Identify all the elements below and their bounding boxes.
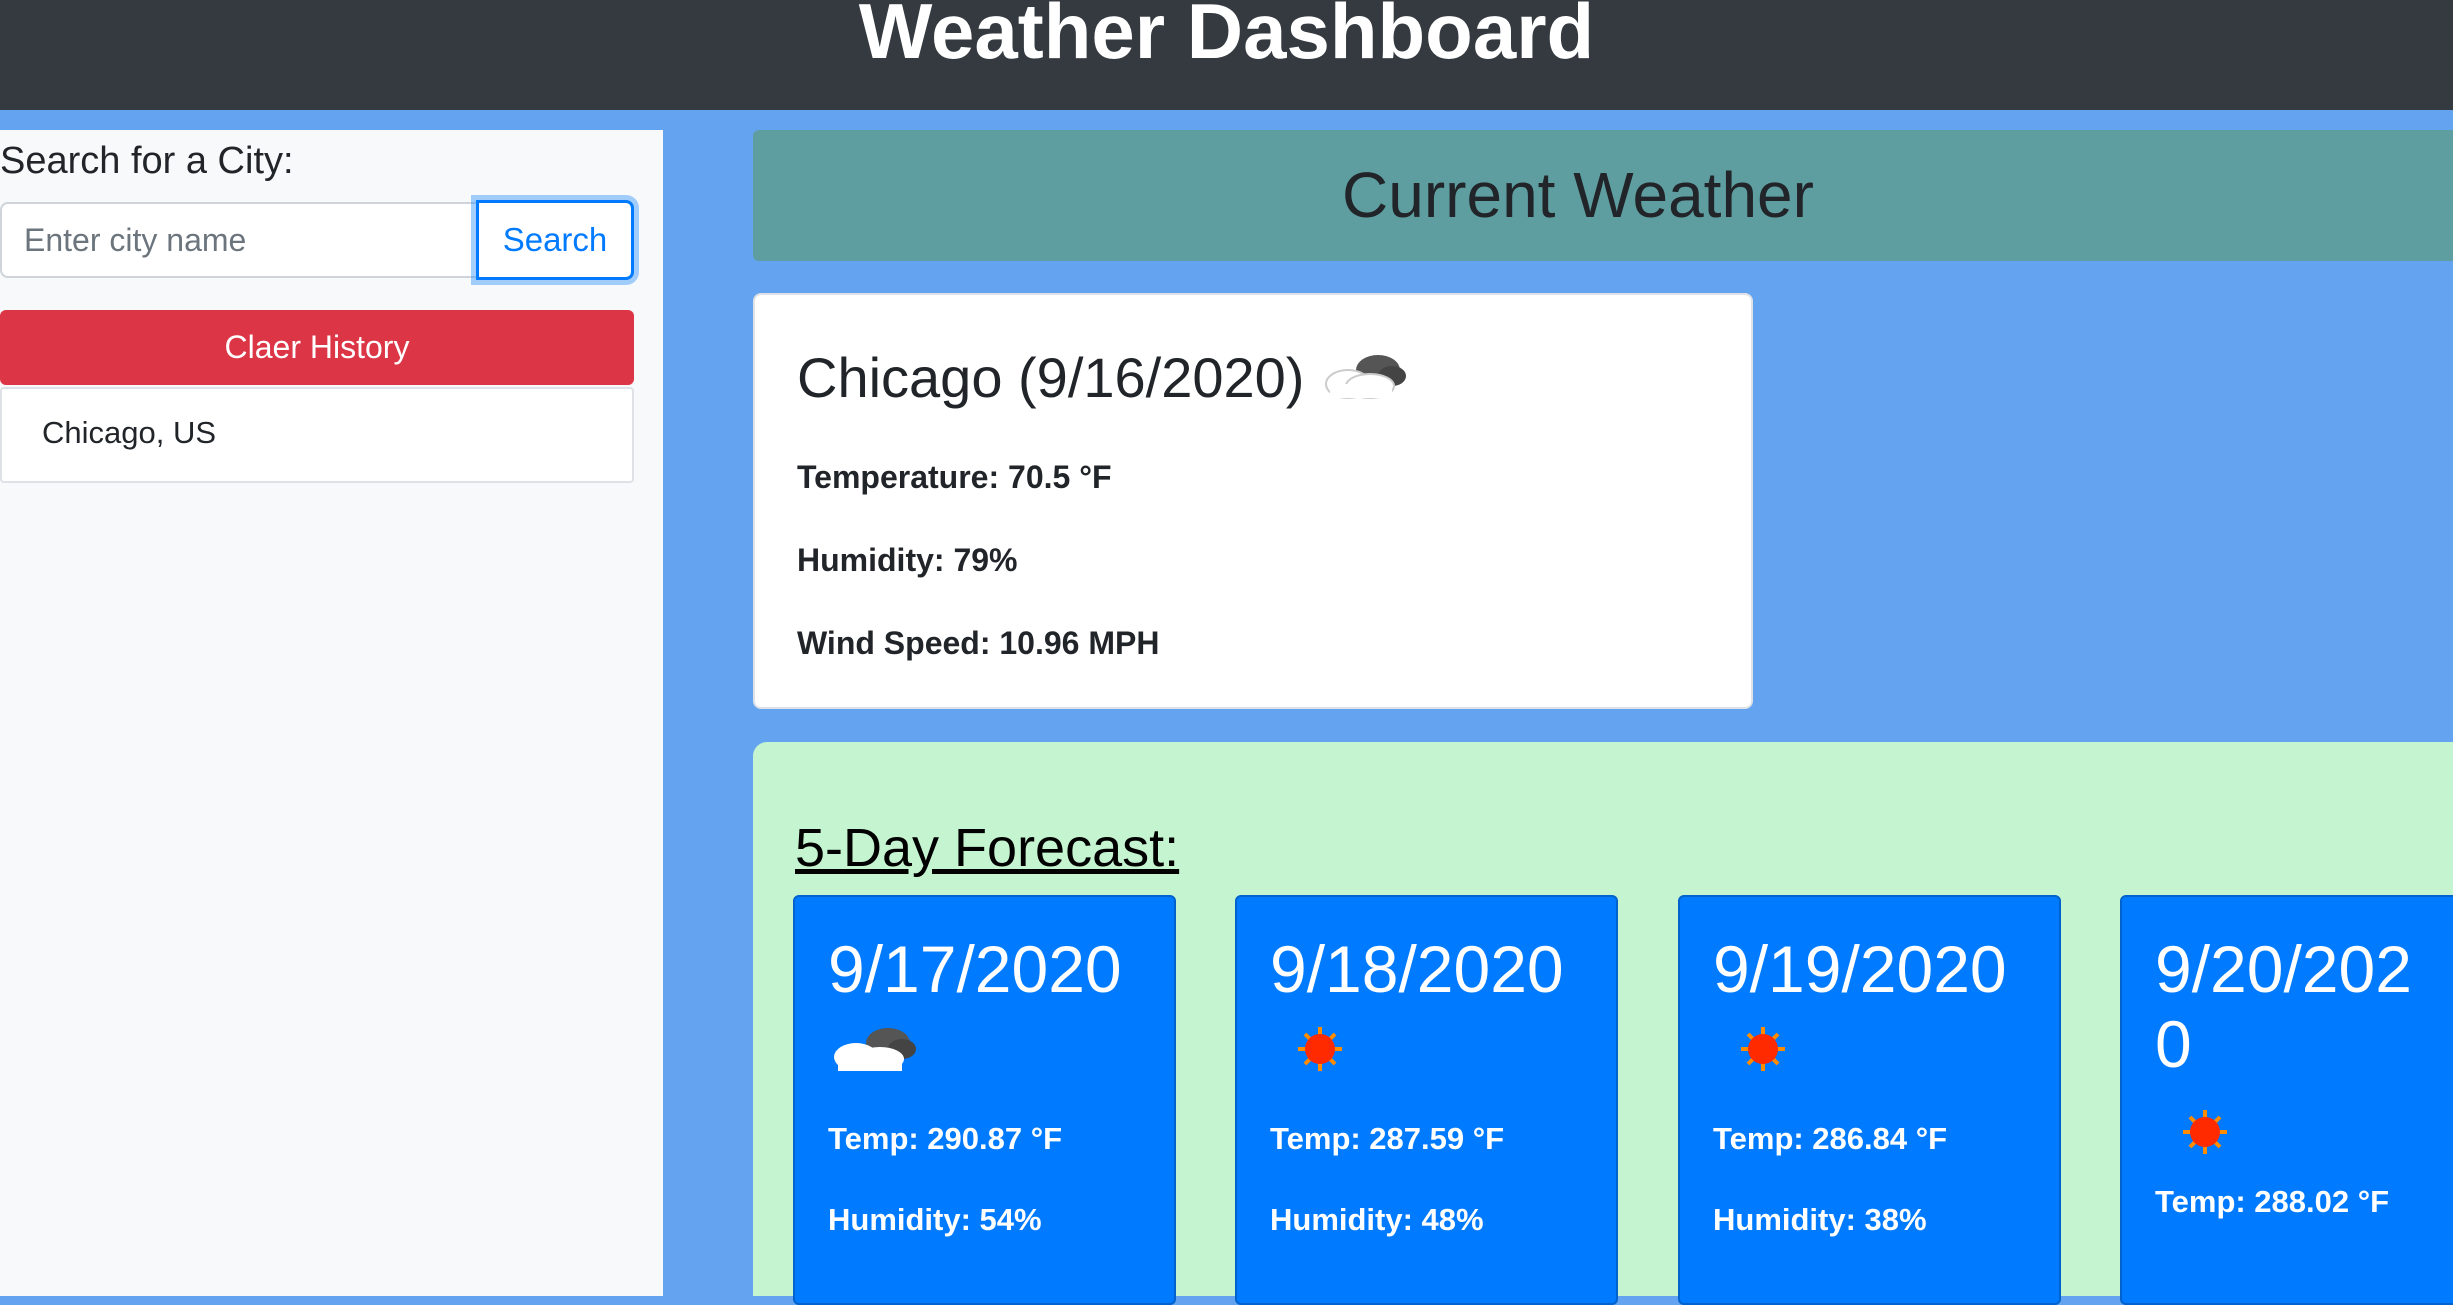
page-title: Weather Dashboard [858, 0, 1595, 75]
top-bar: Weather Dashboard [0, 0, 2453, 110]
search-label: Search for a City: [0, 140, 294, 182]
forecast-date: 9/18/2020 [1270, 932, 1564, 1006]
forecast-humidity: Humidity: 48% [1270, 1202, 1484, 1237]
sidebar: Search for a City: Search Claer History … [0, 130, 663, 1296]
forecast-date: 9/17/2020 [828, 932, 1122, 1006]
city-date-text: Chicago (9/16/2020) [797, 346, 1305, 409]
forecast-day-card: 9/18/2020 Temp: 287.59 °F Humidity: 48% [1235, 895, 1618, 1305]
current-temperature: Temperature: 70.5 °F [797, 458, 1112, 495]
current-city-title: Chicago (9/16/2020) [797, 345, 1711, 419]
clear-history-button[interactable]: Claer History [0, 310, 634, 385]
forecast-day-card: 9/19/2020 Temp: 286.84 °F Humidity: 38% [1678, 895, 2061, 1305]
cloud-icon [828, 1019, 1174, 1099]
cloud-icon [1320, 346, 1408, 419]
forecast-day-card: 9/20/2020 Temp: 288.02 °F [2120, 895, 2453, 1305]
forecast-date: 9/19/2020 [1713, 932, 2007, 1006]
sun-icon [2155, 1102, 2453, 1162]
current-weather-header: Current Weather [753, 130, 2453, 261]
forecast-temp: Temp: 286.84 °F [1713, 1121, 1948, 1156]
city-search-input[interactable] [0, 202, 476, 278]
current-weather-heading: Current Weather [1342, 159, 1814, 231]
sun-icon [1713, 1019, 2059, 1099]
search-button[interactable]: Search [476, 200, 634, 280]
forecast-panel: 5-Day Forecast: 9/17/2020 Temp: 290.87 °… [753, 742, 2453, 1305]
forecast-humidity: Humidity: 54% [828, 1202, 1042, 1237]
current-weather-card: Chicago (9/16/2020) Temperature: 70.5 °F… [753, 293, 1753, 709]
forecast-temp: Temp: 290.87 °F [828, 1121, 1063, 1156]
forecast-temp: Temp: 287.59 °F [1270, 1121, 1505, 1156]
forecast-temp: Temp: 288.02 °F [2155, 1184, 2390, 1219]
current-wind-speed: Wind Speed: 10.96 MPH [797, 624, 1160, 661]
forecast-day-card: 9/17/2020 Temp: 290.87 °F Humidity: 54% [793, 895, 1176, 1305]
current-humidity: Humidity: 79% [797, 541, 1018, 578]
sun-icon [1270, 1019, 1616, 1099]
history-item-chicago[interactable]: Chicago, US [0, 387, 634, 483]
forecast-date: 9/20/2020 [2155, 932, 2412, 1081]
forecast-humidity: Humidity: 38% [1713, 1202, 1927, 1237]
forecast-title: 5-Day Forecast: [795, 818, 1180, 878]
